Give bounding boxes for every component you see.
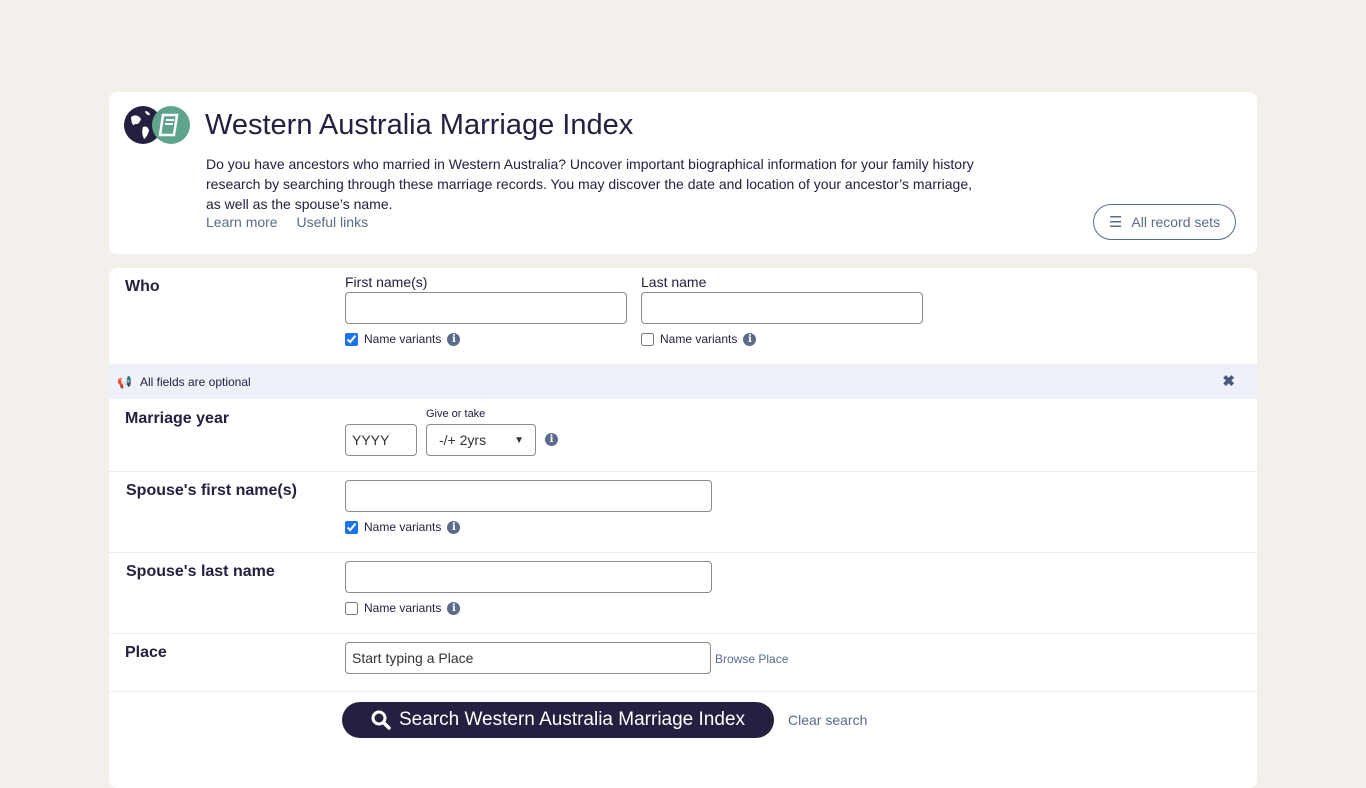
all-record-sets-label: All record sets — [1131, 214, 1221, 230]
spouse-last-variants-checkbox[interactable]: Name variants i — [345, 601, 461, 615]
first-name-variants-checkbox[interactable]: Name variants i — [345, 332, 461, 346]
divider — [109, 552, 1257, 553]
info-icon[interactable]: i — [743, 332, 757, 346]
select-value: -/+ 2yrs — [439, 432, 487, 448]
checkbox[interactable] — [345, 332, 358, 346]
header-card: Western Australia Marriage Index Do you … — [109, 92, 1257, 254]
checkbox-label: Name variants — [364, 332, 442, 346]
spouse-last-name-input[interactable] — [345, 561, 712, 593]
last-name-input[interactable] — [641, 292, 923, 324]
close-icon[interactable]: ✖ — [1222, 372, 1235, 390]
checkbox-label: Name variants — [660, 332, 738, 346]
checkbox-label: Name variants — [364, 601, 442, 615]
checkbox[interactable] — [345, 601, 358, 615]
useful-links-link[interactable]: Useful links — [296, 214, 368, 230]
info-icon[interactable]: i — [447, 601, 461, 615]
search-form: Who First name(s) Name variants i Last na… — [109, 268, 1257, 788]
give-or-take-label: Give or take — [426, 408, 486, 420]
optional-fields-banner: 📢 All fields are optional ✖ — [109, 364, 1257, 399]
logo-globe-book-icon — [124, 106, 190, 144]
spouse-first-variants-checkbox[interactable]: Name variants i — [345, 520, 461, 534]
caret-down-icon: ▼ — [514, 434, 524, 446]
spouse-first-name-label: Spouse's first name(s) — [126, 482, 297, 499]
browse-place-link[interactable]: Browse Place — [715, 652, 788, 666]
clear-search-link[interactable]: Clear search — [788, 712, 867, 728]
search-button-label: Search Western Australia Marriage Index — [398, 709, 746, 730]
megaphone-icon: 📢 — [117, 374, 132, 389]
learn-more-link[interactable]: Learn more — [206, 214, 278, 230]
divider — [109, 633, 1257, 634]
first-name-label: First name(s) — [345, 274, 428, 290]
who-label: Who — [125, 278, 160, 295]
last-name-variants-checkbox[interactable]: Name variants i — [641, 332, 757, 346]
info-icon[interactable]: i — [447, 520, 461, 534]
checkbox[interactable] — [641, 332, 654, 346]
checkbox-label: Name variants — [364, 520, 442, 534]
all-record-sets-button[interactable]: ☰ All record sets — [1093, 204, 1236, 240]
spouse-last-name-label: Spouse's last name — [126, 563, 275, 580]
give-or-take-select[interactable]: -/+ 2yrs ▼ — [426, 424, 536, 456]
marriage-year-label: Marriage year — [125, 410, 230, 427]
divider — [109, 691, 1257, 692]
place-label: Place — [125, 644, 167, 661]
last-name-label: Last name — [641, 274, 707, 290]
search-button[interactable]: Search Western Australia Marriage Index — [342, 702, 774, 738]
banner-text: All fields are optional — [139, 374, 251, 389]
year-input[interactable]: YYYY — [345, 424, 417, 456]
info-icon[interactable]: i — [447, 332, 461, 346]
search-icon — [371, 710, 391, 730]
page-description: Do you have ancestors who married in Wes… — [206, 156, 974, 212]
list-icon: ☰ — [1108, 214, 1123, 231]
first-name-input[interactable] — [345, 292, 627, 324]
page-title: Western Australia Marriage Index — [205, 109, 634, 141]
spouse-first-name-input[interactable] — [345, 480, 712, 512]
place-input[interactable]: Start typing a Place — [345, 642, 711, 674]
checkbox[interactable] — [345, 520, 358, 534]
info-icon[interactable]: i — [545, 433, 558, 446]
divider — [109, 471, 1257, 472]
